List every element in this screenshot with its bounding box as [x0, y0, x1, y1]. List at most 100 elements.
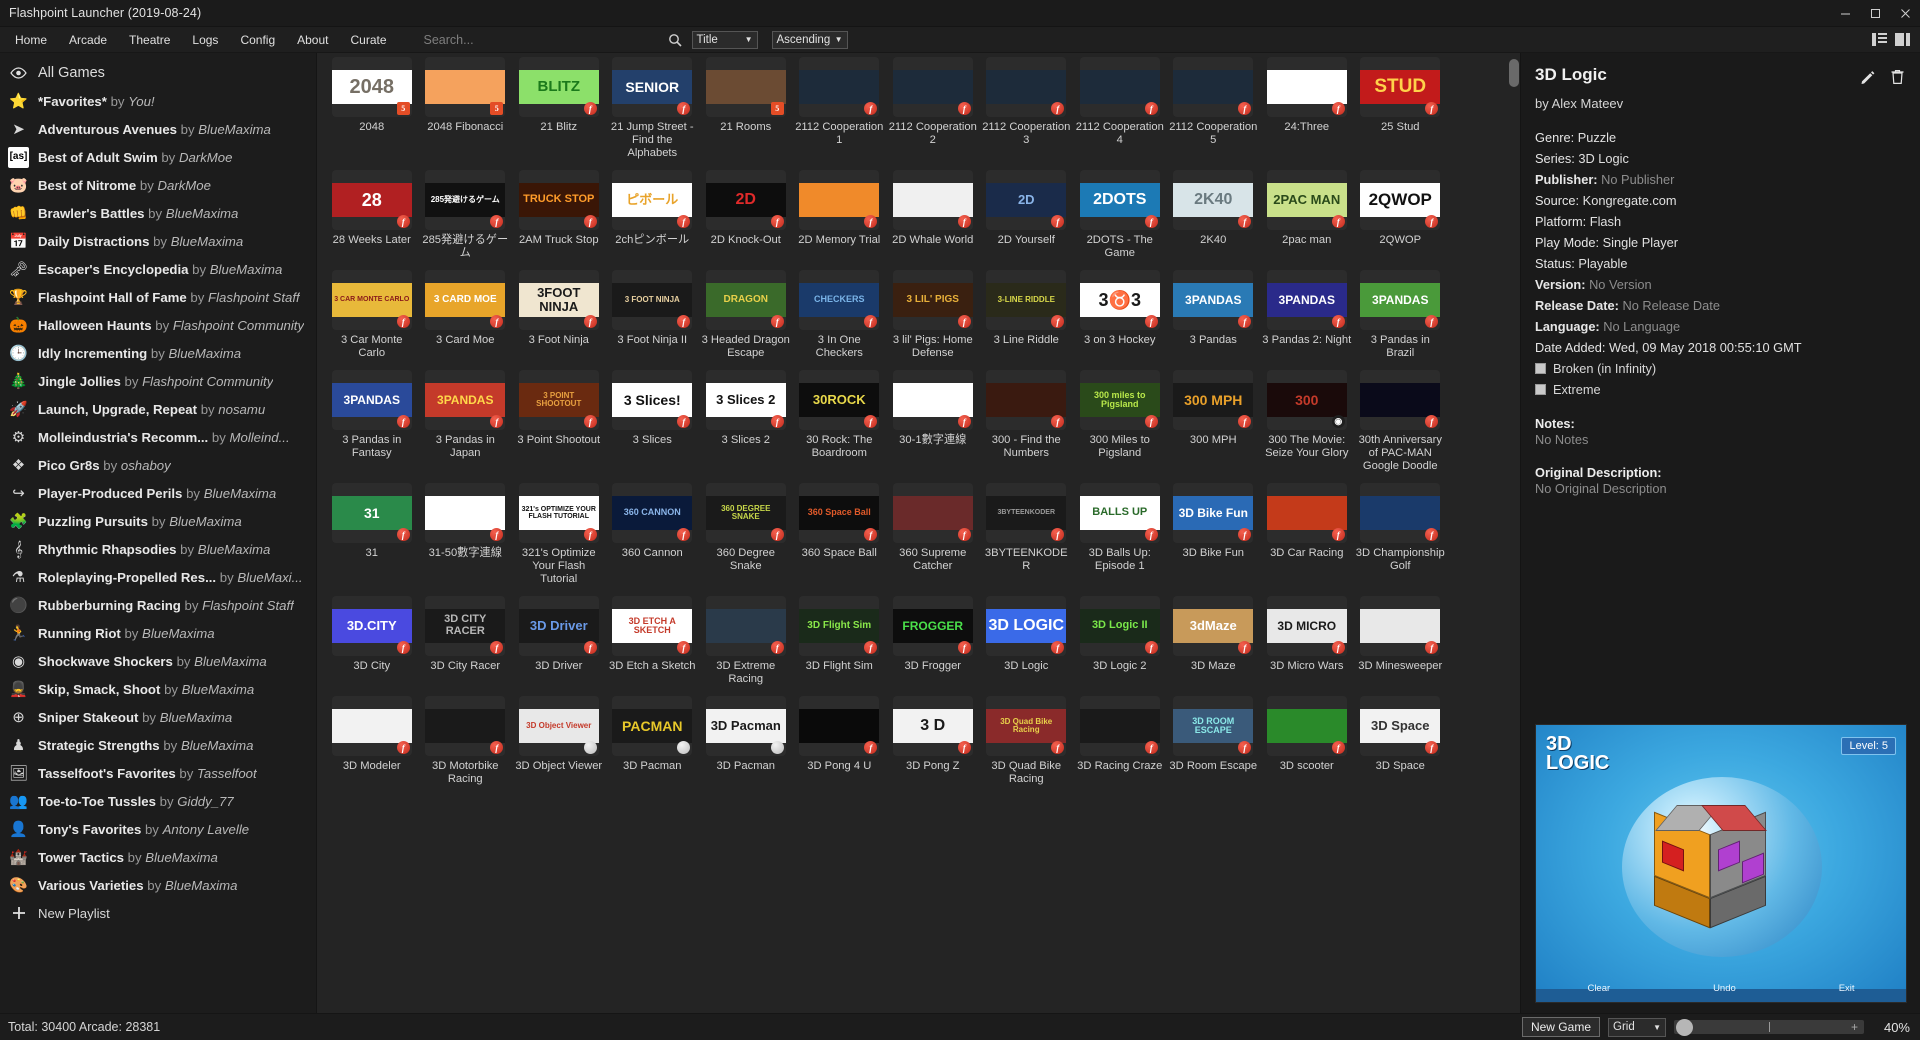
sidebar-item-halloween-haunts[interactable]: 🎃 Halloween Haunts by Flashpoint Communit… [0, 311, 316, 339]
checkbox-box[interactable] [1535, 384, 1546, 395]
sidebar-item-running-riot[interactable]: 🏃 Running Riot by BlueMaxima [0, 619, 316, 647]
game-tile[interactable]: 300 ◉ 300 The Movie: Seize Your Glory [1260, 366, 1354, 479]
sidebar-item-strategic-strengths[interactable]: ♟ Strategic Strengths by BlueMaxima [0, 731, 316, 759]
minimize-button[interactable] [1830, 0, 1860, 27]
game-tile[interactable]: 2QWOP f 2QWOP [1354, 166, 1448, 266]
game-tile[interactable]: f 3D Modeler [325, 692, 419, 792]
game-tile[interactable]: f 2112 Cooperation 2 [886, 53, 980, 166]
menu-item-config[interactable]: Config [229, 29, 286, 51]
game-tile[interactable]: 300 miles to Pigsland f 300 Miles to Pigsl… [1073, 366, 1167, 479]
game-tile[interactable]: STUD f 25 Stud [1354, 53, 1448, 166]
game-tile[interactable]: 2PAC MAN f 2pac man [1260, 166, 1354, 266]
game-tile[interactable]: 3D Logic II f 3D Logic 2 [1073, 592, 1167, 692]
game-tile[interactable]: CHECKERS f 3 In One Checkers [793, 266, 887, 366]
checkbox-broken-in-infinity[interactable]: Broken (in Infinity) [1535, 358, 1906, 379]
game-tile[interactable]: 3D ROOM ESCAPE f 3D Room Escape [1167, 692, 1261, 792]
sidebar-item-rhythmic-rhapsodies[interactable]: 𝄞 Rhythmic Rhapsodies by BlueMaxima [0, 535, 316, 563]
game-tile[interactable]: 30ROCK f 30 Rock: The Boardroom [793, 366, 887, 479]
sort-order-select[interactable]: Ascending ▼ [771, 30, 848, 49]
game-tile[interactable]: 31 f 31 [325, 479, 419, 592]
game-tile[interactable]: 2DOTS f 2DOTS - The Game [1073, 166, 1167, 266]
game-tile[interactable]: f 30-1數字連線 [886, 366, 980, 479]
game-tile[interactable]: f 2112 Cooperation 5 [1167, 53, 1261, 166]
sidebar-item-puzzling-pursuits[interactable]: 🧩 Puzzling Pursuits by BlueMaxima [0, 507, 316, 535]
game-tile[interactable]: f 3D Racing Craze [1073, 692, 1167, 792]
menu-item-about[interactable]: About [286, 29, 339, 51]
game-tile[interactable]: f 24:Three [1260, 53, 1354, 166]
game-tile[interactable]: 5 21 Rooms [699, 53, 793, 166]
game-tile[interactable]: BLITZ f 21 Blitz [512, 53, 606, 166]
preview-button-undo[interactable]: Undo [1713, 983, 1736, 994]
sidebar-item-best-of-nitrome[interactable]: 🐷 Best of Nitrome by DarkMoe [0, 171, 316, 199]
sidebar-item-launch-upgrade-repeat[interactable]: 🚀 Launch, Upgrade, Repeat by nosamu [0, 395, 316, 423]
game-tile[interactable]: 3D Driver f 3D Driver [512, 592, 606, 692]
game-tile[interactable]: 3 LIL' PIGS f 3 lil' Pigs: Home Defense [886, 266, 980, 366]
game-tile[interactable]: 3FOOT NINJA f 3 Foot Ninja [512, 266, 606, 366]
zoom-slider[interactable]: + [1674, 1018, 1864, 1036]
game-tile[interactable]: 3D Space f 3D Space [1354, 692, 1448, 792]
game-tile[interactable]: BALLS UP f 3D Balls Up: Episode 1 [1073, 479, 1167, 592]
game-tile[interactable]: 3PANDAS f 3 Pandas [1167, 266, 1261, 366]
game-tile[interactable]: DRAGON f 3 Headed Dragon Escape [699, 266, 793, 366]
game-tile[interactable]: FROGGER f 3D Frogger [886, 592, 980, 692]
game-tile[interactable]: f 3D Motorbike Racing [419, 692, 513, 792]
menu-item-logs[interactable]: Logs [181, 29, 229, 51]
game-tile[interactable]: 2D f 2D Yourself [980, 166, 1074, 266]
sort-field-select[interactable]: Title ▼ [691, 30, 758, 49]
sidebar-item-idly-incrementing[interactable]: 🕒 Idly Incrementing by BlueMaxima [0, 339, 316, 367]
game-tile[interactable]: 3PANDAS f 3 Pandas in Japan [419, 366, 513, 479]
close-button[interactable] [1890, 0, 1920, 27]
checkbox-extreme[interactable]: Extreme [1535, 379, 1906, 400]
game-tile[interactable]: f 2112 Cooperation 3 [980, 53, 1074, 166]
layout-grid-icon[interactable] [1894, 32, 1910, 48]
game-tile[interactable]: ピボール f 2chピンボール [606, 166, 700, 266]
edit-pencil-icon[interactable] [1859, 68, 1876, 85]
preview-button-exit[interactable]: Exit [1839, 983, 1855, 994]
sidebar-item-favorites[interactable]: ⭐ *Favorites* by You! [0, 87, 316, 115]
game-tile[interactable]: 300 MPH f 300 MPH [1167, 366, 1261, 479]
game-tile[interactable]: 360 Space Ball f 360 Space Ball [793, 479, 887, 592]
game-tile[interactable]: 2D f 2D Knock-Out [699, 166, 793, 266]
game-tile[interactable]: SENIOR f 21 Jump Street - Find the Alphabe… [606, 53, 700, 166]
search-input[interactable] [423, 32, 664, 47]
sidebar-item-various-varieties[interactable]: 🎨 Various Varieties by BlueMaxima [0, 871, 316, 899]
game-tile[interactable]: f 360 Supreme Catcher [886, 479, 980, 592]
game-tile[interactable]: TRUCK STOP f 2AM Truck Stop [512, 166, 606, 266]
preview-button-clear[interactable]: Clear [1587, 983, 1610, 994]
game-tile[interactable]: PACMAN 3D Pacman [606, 692, 700, 792]
game-tile[interactable]: 3D Flight Sim f 3D Flight Sim [793, 592, 887, 692]
game-tile[interactable]: 3 CARD MOE f 3 Card Moe [419, 266, 513, 366]
game-tile[interactable]: f 3D scooter [1260, 692, 1354, 792]
game-tile[interactable]: 3 CAR MONTE CARLO f 3 Car Monte Carlo [325, 266, 419, 366]
game-tile[interactable]: 3D Pacman 3D Pacman [699, 692, 793, 792]
sidebar-item-player-produced-perils[interactable]: ↪ Player-Produced Perils by BlueMaxima [0, 479, 316, 507]
grid-scrollbar[interactable] [1506, 53, 1520, 1013]
trash-icon[interactable] [1889, 68, 1906, 85]
grid-scrollbar-thumb[interactable] [1509, 59, 1519, 87]
game-tile[interactable]: 3-LINE RIDDLE f 3 Line Riddle [980, 266, 1074, 366]
sidebar-item-toe-to-toe-tussles[interactable]: 👥 Toe-to-Toe Tussles by Giddy_77 [0, 787, 316, 815]
game-tile[interactable]: f 2D Memory Trial [793, 166, 887, 266]
plus-icon[interactable]: + [1851, 1020, 1858, 1034]
game-tile[interactable]: 360 DEGREE SNAKE f 360 Degree Snake [699, 479, 793, 592]
game-tile[interactable]: 3BYTEENKODER f 3BYTEENKODER [980, 479, 1074, 592]
game-tile[interactable]: 3D MICRO f 3D Micro Wars [1260, 592, 1354, 692]
sidebar-item-flashpoint-hall-of-fame[interactable]: 🏆 Flashpoint Hall of Fame by Flashpoint S… [0, 283, 316, 311]
game-tile[interactable]: 3D Bike Fun f 3D Bike Fun [1167, 479, 1261, 592]
game-screenshot-preview[interactable]: 3D LOGIC Level: 5 Clear Undo Exit [1535, 724, 1907, 1003]
game-tile[interactable]: f 31-50數字連線 [419, 479, 513, 592]
maximize-button[interactable] [1860, 0, 1890, 27]
game-tile[interactable]: 3PANDAS f 3 Pandas in Brazil [1354, 266, 1448, 366]
game-tile[interactable]: 3D Object Viewer 3D Object Viewer [512, 692, 606, 792]
sidebar-item-adventurous-avenues[interactable]: ➤ Adventurous Avenues by BlueMaxima [0, 115, 316, 143]
search-icon[interactable] [664, 33, 686, 47]
game-tile[interactable]: 285発避けるゲーム f 285発避けるゲーム [419, 166, 513, 266]
game-tile[interactable]: f 300 - Find the Numbers [980, 366, 1074, 479]
game-tile[interactable]: 28 f 28 Weeks Later [325, 166, 419, 266]
game-tile[interactable]: 3 POINT SHOOTOUT f 3 Point Shootout [512, 366, 606, 479]
game-tile[interactable]: f 30th Anniversary of PAC-MAN Google Dood… [1354, 366, 1448, 479]
sidebar-item-rubberburning-racing[interactable]: ⚫ Rubberburning Racing by Flashpoint Staf… [0, 591, 316, 619]
sidebar-item-pico-gr8s[interactable]: ❖ Pico Gr8s by oshaboy [0, 451, 316, 479]
sidebar-item-all-games[interactable]: All Games [0, 59, 316, 87]
game-tile[interactable]: 3PANDAS f 3 Pandas 2: Night [1260, 266, 1354, 366]
